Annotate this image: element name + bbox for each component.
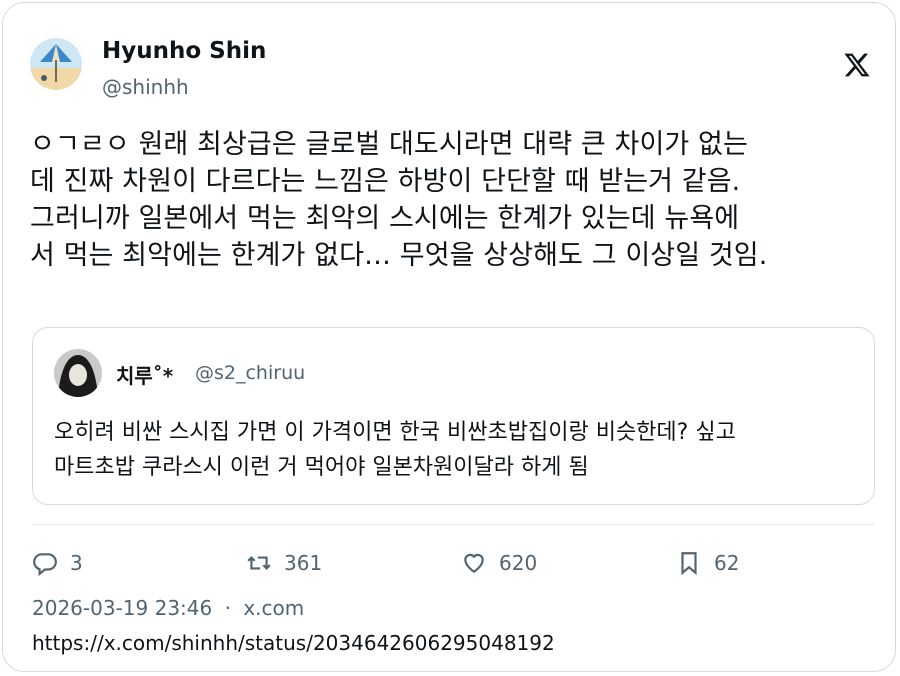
- tweet-text: ㅇㄱㄹㅇ 원래 최상급은 글로벌 대도시라면 대략 큰 차이가 없는 데 진짜 …: [30, 126, 880, 274]
- timestamp[interactable]: 2026-03-19 23:46: [32, 596, 212, 620]
- tweet-line: 서 먹는 최악에는 한계가 없다… 무엇을 상상해도 그 이상일 것임.: [30, 240, 768, 271]
- tweet-line: 그러니까 일본에서 먹는 최악의 스시에는 한계가 있는데 뉴욕에: [30, 203, 740, 234]
- retweet-icon: [247, 556, 271, 570]
- reply-button[interactable]: 3: [32, 548, 83, 578]
- reply-count: 3: [70, 551, 83, 575]
- quoted-author-name[interactable]: 치루˚*: [116, 360, 173, 389]
- bookmark-button[interactable]: 62: [676, 548, 739, 578]
- bookmark-count: 62: [714, 551, 740, 575]
- avatar-image: [30, 38, 82, 90]
- tweet-url[interactable]: https://x.com/shinhh/status/203464260629…: [32, 631, 555, 655]
- author-handle[interactable]: @shinhh: [102, 75, 189, 99]
- reply-icon: [33, 553, 57, 576]
- quoted-line: 마트초밥 쿠라스시 이런 거 먹어야 일본차원이달라 하게 됨: [54, 455, 589, 480]
- like-button[interactable]: 620: [461, 548, 537, 578]
- meta-separator: ·: [224, 596, 231, 620]
- retweet-count: 361: [284, 551, 323, 575]
- x-logo-icon[interactable]: [843, 51, 871, 79]
- quoted-author-avatar[interactable]: [54, 349, 102, 397]
- source-link[interactable]: x.com: [243, 596, 304, 620]
- tweet-card: Hyunho Shin @shinhh ㅇㄱㄹㅇ 원래 최상급은 글로벌 대도시…: [2, 2, 896, 672]
- heart-icon: [464, 553, 484, 573]
- tweet-line: ㅇㄱㄹㅇ 원래 최상급은 글로벌 대도시라면 대략 큰 차이가 없는: [30, 129, 748, 160]
- quoted-line: 오히려 비싼 스시집 가면 이 가격이면 한국 비싼초밥집이랑 비슷한데? 싶고: [54, 420, 736, 445]
- quoted-avatar-image: [54, 349, 102, 397]
- tweet-line: 데 진짜 차원이 다르다는 느낌은 하방이 단단할 때 받는거 같음.: [30, 166, 741, 197]
- like-count: 620: [499, 551, 538, 575]
- author-name[interactable]: Hyunho Shin: [102, 38, 266, 64]
- quoted-author-handle[interactable]: @s2_chiruu: [195, 362, 305, 384]
- author-avatar[interactable]: [30, 38, 82, 90]
- tweet-meta: 2026-03-19 23:46 · x.com: [32, 596, 304, 620]
- retweet-button[interactable]: 361: [246, 548, 322, 578]
- quoted-tweet[interactable]: 치루˚* @s2_chiruu 오히려 비싼 스시집 가면 이 가격이면 한국 …: [32, 327, 875, 505]
- quoted-text: 오히려 비싼 스시집 가면 이 가격이면 한국 비싼초밥집이랑 비슷한데? 싶고…: [54, 415, 864, 485]
- bookmark-icon: [681, 552, 697, 576]
- divider: [32, 524, 875, 525]
